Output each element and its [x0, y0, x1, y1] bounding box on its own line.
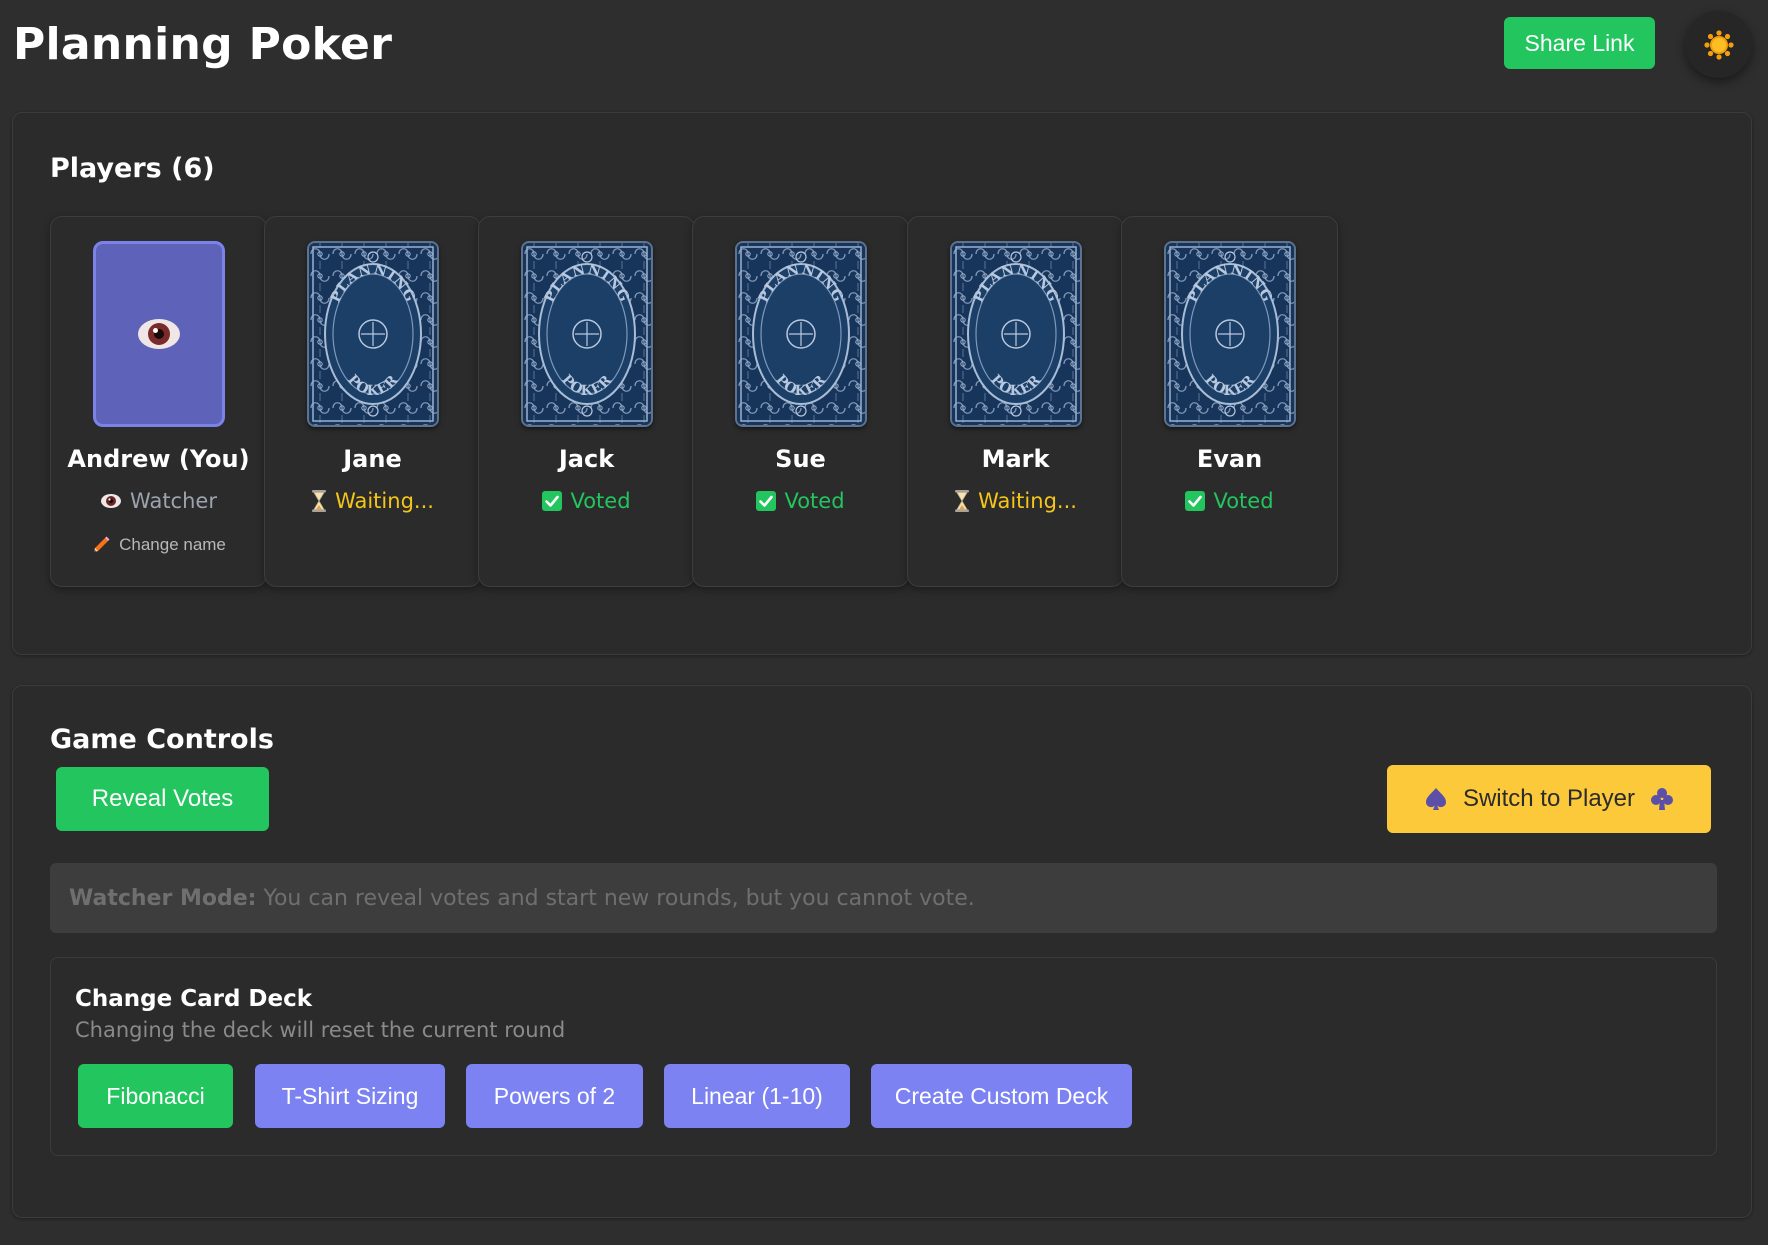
player-name: Jack — [558, 445, 615, 473]
player-card-andrew: Andrew (You) Watcher Change name — [50, 216, 267, 587]
check-icon — [542, 491, 563, 511]
player-status: Voted — [693, 489, 908, 513]
player-name: Evan — [1196, 445, 1263, 473]
deck-subtitle: Changing the deck will reset the current… — [75, 1018, 566, 1042]
player-name: Sue — [775, 445, 826, 473]
player-card-sue: PLANNING POKER Sue Voted — [692, 216, 909, 587]
app-title: Planning Poker — [13, 19, 393, 70]
header: Planning Poker Share Link — [0, 0, 1768, 100]
create-custom-deck-button[interactable]: Create Custom Deck — [871, 1064, 1132, 1128]
card-back-pattern: PLANNING POKER — [523, 243, 651, 425]
change-name-label: Change name — [119, 535, 226, 554]
share-link-button[interactable]: Share Link — [1504, 17, 1655, 69]
switch-to-player-label: Switch to Player — [1462, 785, 1636, 812]
deck-option-powers-of-2[interactable]: Powers of 2 — [466, 1064, 643, 1128]
check-icon — [1185, 491, 1206, 511]
change-name-button[interactable]: Change name — [51, 535, 266, 555]
switch-to-player-button[interactable]: Switch to Player — [1387, 765, 1711, 833]
watcher-mode-label: Watcher Mode: — [69, 885, 257, 911]
spade-icon — [1425, 788, 1446, 810]
card-back-pattern: PLANNING POKER — [737, 243, 865, 425]
card-back: PLANNING POKER — [307, 241, 439, 427]
deck-title: Change Card Deck — [75, 986, 313, 1012]
watcher-card — [93, 241, 225, 427]
player-card-jane: PLANNING POKER Jane Waiting... — [264, 216, 481, 587]
theme-toggle-button[interactable] — [1685, 11, 1752, 78]
hourglass-icon — [312, 490, 327, 512]
card-back: PLANNING POKER — [735, 241, 867, 427]
watcher-mode-text: You can reveal votes and start new round… — [263, 885, 975, 911]
card-back-pattern: PLANNING POKER — [952, 243, 1080, 425]
player-status-text: Waiting... — [978, 489, 1077, 513]
card-back: PLANNING POKER — [521, 241, 653, 427]
club-icon — [1651, 788, 1674, 810]
player-status-text: Voted — [1213, 489, 1274, 513]
player-status-text: Voted — [570, 489, 631, 513]
card-back-pattern: PLANNING POKER — [1166, 243, 1294, 425]
pencil-icon — [94, 536, 110, 552]
player-status: Watcher — [51, 489, 266, 513]
reveal-votes-button[interactable]: Reveal Votes — [56, 767, 269, 831]
players-title: Players (6) — [50, 153, 215, 184]
eye-icon — [101, 494, 122, 508]
deck-option-linear[interactable]: Linear (1-10) — [664, 1064, 850, 1128]
eye-icon — [138, 319, 180, 349]
player-status-text: Watcher — [130, 489, 217, 513]
player-status: Voted — [479, 489, 694, 513]
player-status-text: Voted — [784, 489, 845, 513]
page: Planning Poker Share Link Players (6) An… — [0, 0, 1768, 1245]
check-icon — [756, 491, 777, 511]
players-panel: Players (6) Andrew (You) Watcher Change na… — [12, 112, 1752, 655]
game-controls-title: Game Controls — [50, 724, 274, 755]
card-back: PLANNING POKER — [1164, 241, 1296, 427]
player-card-mark: PLANNING POKER Mark Waiting... — [907, 216, 1124, 587]
sun-icon — [1703, 29, 1734, 60]
player-status: Waiting... — [908, 489, 1123, 513]
watcher-mode-notice: Watcher Mode: You can reveal votes and s… — [50, 863, 1717, 933]
hourglass-icon — [955, 490, 970, 512]
deck-option-fibonacci[interactable]: Fibonacci — [78, 1064, 233, 1128]
player-name: Jane — [343, 445, 402, 473]
change-card-deck-section: Change Card Deck Changing the deck will … — [50, 957, 1717, 1156]
player-status: Waiting... — [265, 489, 480, 513]
player-status: Voted — [1122, 489, 1337, 513]
player-name: Mark — [981, 445, 1050, 473]
player-card-evan: PLANNING POKER Evan Voted — [1121, 216, 1338, 587]
player-card-jack: PLANNING POKER Jack Voted — [478, 216, 695, 587]
card-back: PLANNING POKER — [950, 241, 1082, 427]
player-name: Andrew (You) — [67, 445, 250, 473]
deck-option-t-shirt-sizing[interactable]: T-Shirt Sizing — [255, 1064, 445, 1128]
card-back-pattern: PLANNING POKER — [309, 243, 437, 425]
game-controls-panel: Game Controls Reveal Votes Switch to Pla… — [12, 685, 1752, 1218]
player-status-text: Waiting... — [335, 489, 434, 513]
